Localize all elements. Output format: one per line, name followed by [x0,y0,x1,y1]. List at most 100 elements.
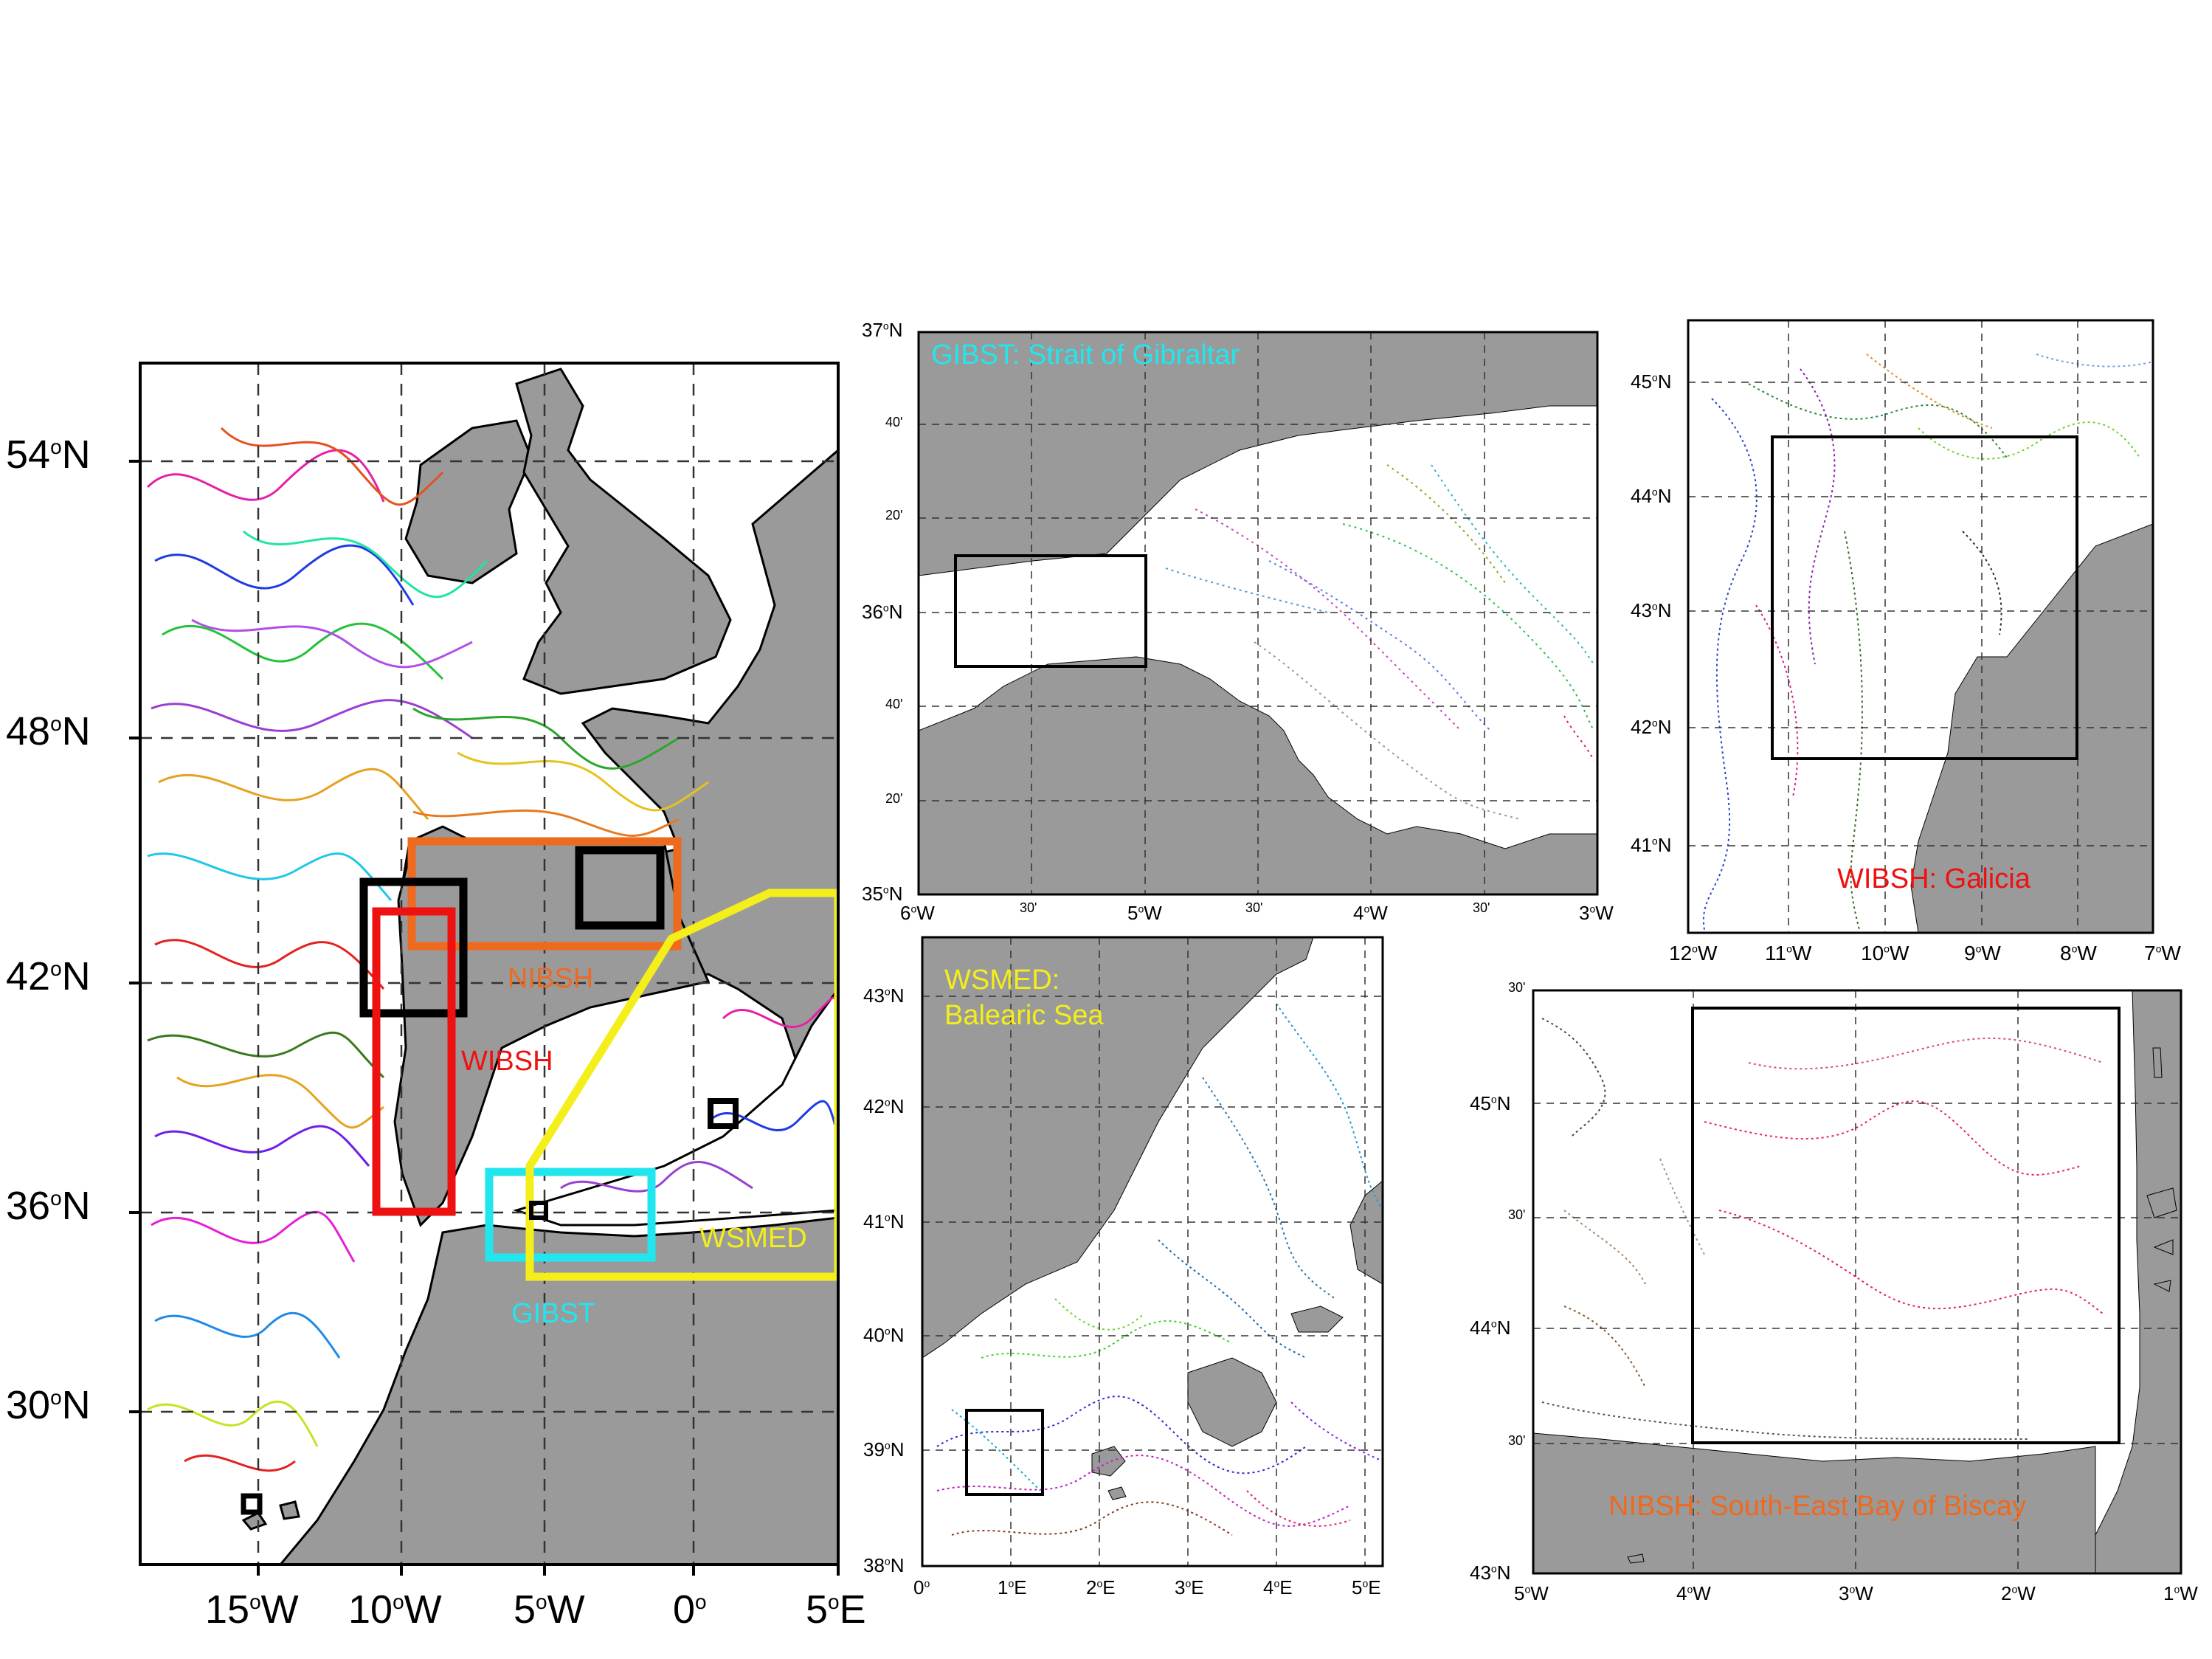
lon-hemi: W [916,902,935,924]
lon-hemi: W [404,1587,442,1632]
gal-lon: 11oW [1765,942,1812,965]
lon-deg: 3 [1579,902,1590,924]
gibraltar-panel: GIBST: Strait of Gibraltar 37oN 40' 20' … [826,317,1638,930]
bal-lon: 4oE [1263,1576,1293,1598]
galicia-title: WIBSH: Galicia [1837,863,2030,894]
lon-deg: 5 [1352,1576,1363,1598]
gal-lat: 44oN [1631,485,1672,507]
lat-hemi: N [888,319,903,341]
lat-deg: 45 [1631,370,1652,393]
lon-deg: 5 [514,1587,536,1632]
lon-deg: 11 [1765,942,1787,965]
lat-hemi: N [890,1324,905,1346]
lat-hemi: N [1657,370,1672,393]
lat-hemi: N [1496,1562,1511,1584]
region-label-nibsh: NIBSH [508,963,593,994]
lat-hemi: N [61,1184,91,1228]
gib-lat: 36oN [862,601,903,623]
lat-deg: 43 [863,984,885,1007]
lon-hemi: W [547,1587,585,1632]
gib-lon: 30' [1473,900,1490,915]
bis-lat: 30' [1508,1433,1526,1448]
lon-deg: 0 [673,1587,696,1632]
bal-lon: 5oE [1352,1576,1381,1598]
lat-deg: 37 [862,319,883,341]
lon-deg: 12 [1669,942,1693,965]
gib-lat: 40' [885,415,903,430]
lat-hemi: N [1657,834,1672,856]
gib-lon: 3oW [1579,902,1614,924]
lat-deg: 54 [6,432,51,477]
lon-deg: 4 [1676,1582,1687,1604]
lat-hemi: N [1496,1317,1511,1339]
lat-hemi: N [61,954,91,998]
lat-hemi: N [61,709,91,753]
lat-deg: 42 [863,1095,885,1117]
lon-hemi: W [1530,1582,1549,1604]
lon-hemi: W [1981,942,2001,965]
overview-lon-label: 15oW [205,1587,299,1632]
lat-hemi: N [890,1554,905,1576]
lon-deg: 5 [1127,902,1138,924]
bis-lon: 4oW [1676,1582,1711,1604]
lat-deg: 40 [863,1324,885,1346]
gib-lat: 35oN [862,883,903,905]
lat-hemi: N [1657,485,1672,507]
lat-hemi: N [888,601,903,623]
gib-lon: 5oW [1127,902,1162,924]
lon-deg: 10 [348,1587,393,1632]
lon-hemi: E [1102,1576,1116,1598]
gal-lon: 8oW [2060,942,2097,965]
bal-lon: 0o [913,1576,930,1598]
lon-hemi: W [1595,902,1614,924]
lon-hemi: W [260,1587,299,1632]
lat-hemi: N [890,984,905,1007]
balearic-panel: WSMED: Balearic Sea 43oN 42oN 41oN 40oN … [834,930,1424,1646]
lat-deg: 42 [6,954,51,998]
gib-lon: 6oW [900,902,935,924]
bal-lat: 40oN [863,1324,905,1346]
lon-hemi: W [1693,1582,1711,1604]
gib-lon: 30' [1245,900,1263,915]
gal-lon: 10oW [1861,942,1909,965]
balearic-title-line2: Balearic Sea [944,1000,1104,1031]
lon-hemi: E [1368,1576,1381,1598]
gib-lon: 30' [1020,900,1037,915]
gibraltar-title: GIBST: Strait of Gibraltar [931,339,1240,370]
lon-hemi: E [1191,1576,1204,1598]
gib-lat: 37oN [862,319,903,341]
overview-map: NIBSH WIBSH GIBST WSMED 54oN 48oN 42oN 3… [0,339,885,1659]
lat-deg: 39 [863,1438,885,1460]
bal-lat: 41oN [863,1210,905,1232]
bis-lat: 43oN [1470,1562,1511,1584]
lat-deg: 43 [1470,1562,1491,1584]
gal-lon: 7oW [2144,942,2181,965]
bis-lon: 2oW [2001,1582,2036,1604]
bis-lat: 30' [1508,1207,1526,1222]
bal-lat: 43oN [863,984,905,1007]
bal-lon: 3oE [1175,1576,1204,1598]
bis-lat: 45oN [1470,1092,1511,1114]
lat-hemi: N [890,1095,905,1117]
galicia-panel: WIBSH: Galicia 45oN 44oN 43oN 42oN 41oN … [1623,310,2199,982]
bal-lat: 38oN [863,1554,905,1576]
overview-lat-label: 42oN [6,954,91,998]
lon-deg: 2 [1086,1576,1097,1598]
lat-deg: 30 [6,1383,51,1427]
lon-deg: 10 [1861,942,1884,965]
bis-lon: 1oW [2163,1582,2198,1604]
lon-hemi: W [2180,1582,2198,1604]
lon-hemi: E [1014,1576,1027,1598]
lat-deg: 36 [862,601,883,623]
lat-deg: 45 [1470,1092,1491,1114]
lat-deg: 43 [1631,599,1652,621]
bis-lat: 30' [1508,980,1526,995]
overview-lon-label: 10oW [348,1587,442,1632]
bis-lon: 3oW [1839,1582,1873,1604]
gib-lat: 20' [885,791,903,806]
region-label-wibsh: WIBSH [461,1046,553,1077]
lon-deg: 1 [998,1576,1009,1598]
overview-lon-label: 5oW [514,1587,585,1632]
lon-deg: 4 [1263,1576,1274,1598]
lon-deg: 8 [2060,942,2072,965]
